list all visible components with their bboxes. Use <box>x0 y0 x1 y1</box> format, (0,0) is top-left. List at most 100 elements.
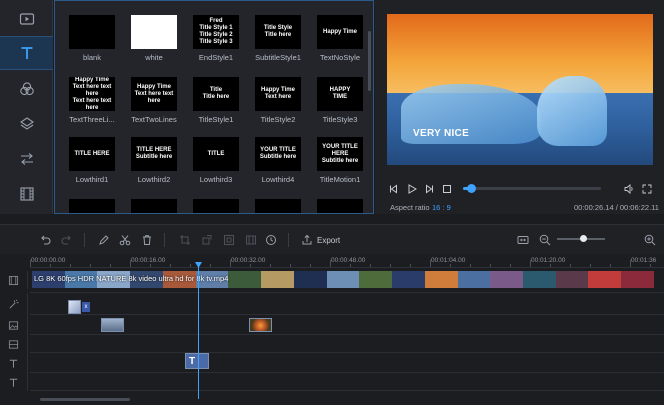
template-thumbnail-text: TITLE <box>332 213 349 214</box>
playhead[interactable] <box>198 262 199 399</box>
template-name: TextThreeLi... <box>69 115 115 124</box>
video-preview[interactable]: VERY NICE <box>387 14 653 165</box>
template-tile[interactable]: Happy Time Text here text here Text here t… <box>61 77 123 124</box>
template-thumbnail: Happy Time Text here text here <box>131 77 177 111</box>
seek-handle[interactable] <box>467 184 477 193</box>
mosaic-button[interactable] <box>222 233 236 247</box>
template-name: white <box>145 53 163 62</box>
template-name: EndStyle1 <box>198 53 234 62</box>
template-tile[interactable]: TITLE Lowthird3 <box>185 137 247 184</box>
template-thumbnail-text: YOUR TITLE <box>74 213 110 214</box>
template-name: blank <box>83 53 101 62</box>
fullscreen-button[interactable] <box>641 183 653 195</box>
rail-filters-button[interactable] <box>0 72 53 106</box>
play-button[interactable] <box>405 182 419 196</box>
overlay-clip-1[interactable] <box>101 318 124 332</box>
time-ruler[interactable]: 00:00:00.00 00:00:16.00 00:00:32.00 00:00:4… <box>30 254 664 268</box>
volume-button[interactable] <box>623 183 635 195</box>
stop-button[interactable] <box>441 183 453 195</box>
template-tile[interactable]: TITLE HERE Subtitle here Lowthird2 <box>123 137 185 184</box>
template-thumbnail: TITLE HERE <box>69 137 115 171</box>
rail-transitions-button[interactable] <box>0 142 53 176</box>
template-tile[interactable]: YOUR TITLE HERE Subtitle here TitleMotion1 <box>309 137 371 184</box>
template-tile[interactable]: TITLE HERE Lowthird1 <box>61 137 123 184</box>
ruler-tick <box>530 260 531 267</box>
text-clip[interactable]: T <box>185 353 209 369</box>
redo-icon <box>61 235 71 245</box>
next-frame-button[interactable] <box>423 183 435 195</box>
template-tile[interactable]: Happy Time <box>185 199 247 213</box>
ruler-tick <box>610 264 611 267</box>
crop-button[interactable] <box>178 233 192 247</box>
zoom-in-button[interactable] <box>643 233 657 247</box>
pip-clip-marker[interactable]: x <box>82 302 90 312</box>
export-label[interactable]: Export <box>317 236 340 245</box>
rotate-button[interactable] <box>200 233 214 247</box>
rail-elements-button[interactable] <box>0 177 53 211</box>
ruler-tick <box>350 264 351 267</box>
template-thumbnail: Happy Time <box>317 15 363 49</box>
title-templates-panel: blank white Fred Title Style 1 Title Style 2… <box>54 0 374 214</box>
template-thumbnail: Happy Time <box>255 199 301 214</box>
template-tile[interactable]: Happy Time TextNoStyle <box>309 15 371 62</box>
template-tile[interactable]: Title Title here TitleStyle1 <box>185 77 247 124</box>
video-clip[interactable]: LG 8K 60fps HDR NATURE 8k video ultra hd… <box>32 271 654 288</box>
rail-overlay-button[interactable] <box>0 107 53 141</box>
template-tile[interactable]: white <box>123 15 185 62</box>
template-thumbnail-text: Title here <box>202 94 230 100</box>
template-tile[interactable]: Title Style Title here SubtitleStyle1 <box>247 15 309 62</box>
template-thumbnail: TITLE <box>317 199 363 214</box>
template-tile[interactable]: HAPPY TIME TitleStyle3 <box>309 77 371 124</box>
video-clip-label: LG 8K 60fps HDR NATURE 8k video ultra hd… <box>34 274 229 283</box>
template-tile[interactable]: YOUR TITLE <box>61 199 123 214</box>
trash-icon <box>143 235 151 245</box>
undo-button[interactable] <box>38 233 52 247</box>
template-thumbnail-text: YOUR TITLE HERE <box>322 143 358 157</box>
templates-scrollbar[interactable] <box>368 31 371 91</box>
template-tile[interactable]: blank <box>61 15 123 62</box>
left-rail <box>0 0 53 214</box>
template-tile[interactable]: YOUR TITLE Subtitle here Lowthird4 <box>247 137 309 184</box>
template-tile[interactable]: Fred Title Style 1 Title Style 2 Title Styl… <box>185 15 247 62</box>
template-thumbnail: YOUR TITLE <box>69 199 115 214</box>
pip-clip[interactable] <box>68 300 81 314</box>
freeze-frame-button[interactable] <box>244 233 258 247</box>
edit-button[interactable] <box>97 233 111 247</box>
template-thumbnail-text: Happy Time <box>261 213 295 214</box>
image-icon <box>8 320 19 330</box>
template-tile[interactable]: TITLE <box>309 199 371 214</box>
template-thumbnail-text: Text here text here <box>134 90 174 104</box>
split-button[interactable] <box>118 233 132 247</box>
fit-timeline-button[interactable] <box>516 233 530 247</box>
rail-text-button[interactable] <box>0 36 53 70</box>
template-tile[interactable]: Happy Time Text here TitleStyle2 <box>247 77 309 124</box>
template-tile[interactable]: YOUR TITLE <box>123 199 185 214</box>
template-thumbnail-text: YOUR TITLE <box>136 213 172 214</box>
template-name: SubtitleStyle1 <box>255 53 301 62</box>
film-icon <box>8 275 19 285</box>
previous-frame-button[interactable] <box>388 183 400 195</box>
template-tile[interactable]: Happy Time <box>247 199 309 214</box>
seek-bar[interactable] <box>463 184 601 193</box>
duration-button[interactable] <box>264 233 278 247</box>
ruler-tick <box>570 264 571 267</box>
redo-button[interactable] <box>60 233 74 247</box>
zoom-slider[interactable] <box>557 235 605 242</box>
ruler-tick <box>430 260 431 267</box>
template-thumbnail: Title Style Title here <box>255 15 301 49</box>
ruler-tick <box>450 264 451 267</box>
rail-media-button[interactable] <box>0 2 53 36</box>
template-thumbnail-text: Happy Time <box>323 28 357 35</box>
overlay-clip-2[interactable] <box>249 318 272 332</box>
timeline-scrollbar[interactable] <box>40 398 130 401</box>
zoom-out-button[interactable] <box>538 233 552 247</box>
template-thumbnail: YOUR TITLE Subtitle here <box>255 137 301 171</box>
template-thumbnail-text: Title Style 2 <box>199 32 233 38</box>
export-button[interactable] <box>300 233 314 247</box>
template-thumbnail-text: Subtitle here <box>259 154 297 160</box>
ruler-tick <box>550 264 551 267</box>
fullscreen-icon <box>642 184 652 194</box>
delete-button[interactable] <box>140 233 154 247</box>
template-tile[interactable]: Happy Time Text here text here TextTwoLine… <box>123 77 185 124</box>
aspect-ratio-value[interactable]: 16 : 9 <box>432 203 451 212</box>
